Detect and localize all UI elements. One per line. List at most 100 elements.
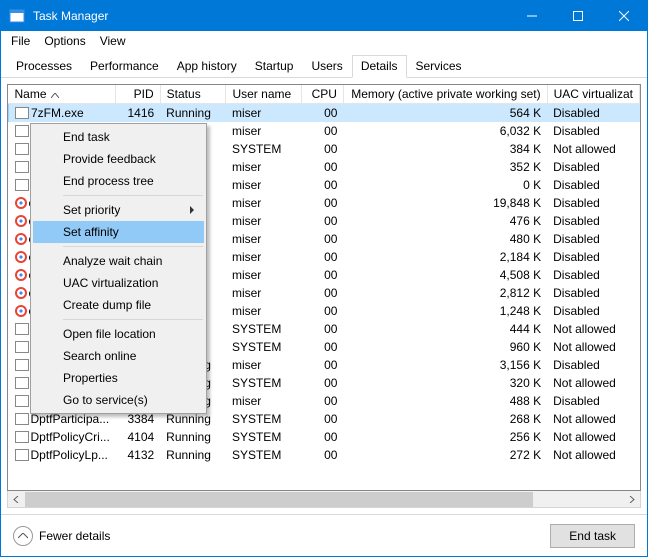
process-user: miser [226, 230, 302, 248]
scroll-right-button[interactable] [623, 492, 640, 507]
menu-item-set-priority[interactable]: Set priority [33, 199, 204, 221]
process-uac: Not allowed [547, 140, 639, 158]
tab-performance[interactable]: Performance [81, 55, 168, 78]
process-user: miser [226, 392, 302, 410]
menu-item-go-to-service-s-[interactable]: Go to service(s) [33, 389, 204, 411]
process-uac: Disabled [547, 212, 639, 230]
process-icon [15, 125, 29, 137]
process-cpu: 00 [302, 140, 344, 158]
process-uac: Not allowed [547, 410, 639, 428]
process-icon [15, 269, 27, 281]
process-icon [15, 179, 29, 191]
menu-separator [63, 195, 203, 196]
col-user[interactable]: User name [226, 85, 302, 104]
tab-users[interactable]: Users [302, 55, 351, 78]
process-mem: 352 K [343, 158, 547, 176]
process-icon [15, 197, 27, 209]
tab-strip: Processes Performance App history Startu… [1, 51, 647, 78]
process-user: SYSTEM [226, 446, 302, 464]
process-icon [15, 323, 29, 335]
menu-separator [63, 246, 203, 247]
process-name: DptfParticipa... [31, 412, 110, 426]
close-button[interactable] [601, 1, 647, 31]
col-status[interactable]: Status [160, 85, 226, 104]
process-mem: 320 K [343, 374, 547, 392]
process-mem: 2,812 K [343, 284, 547, 302]
process-uac: Disabled [547, 158, 639, 176]
process-mem: 960 K [343, 338, 547, 356]
horizontal-scrollbar[interactable] [7, 491, 641, 508]
menu-item-search-online[interactable]: Search online [33, 345, 204, 367]
process-mem: 6,032 K [343, 122, 547, 140]
process-icon [15, 395, 29, 407]
process-name: 7zFM.exe [31, 106, 84, 120]
process-icon [15, 359, 29, 371]
process-uac: Disabled [547, 176, 639, 194]
col-cpu[interactable]: CPU [302, 85, 344, 104]
minimize-button[interactable] [509, 1, 555, 31]
tab-app-history[interactable]: App history [168, 55, 246, 78]
process-pid: 4104 [116, 428, 160, 446]
table-row[interactable]: DptfPolicyCri...4104RunningSYSTEM00256 K… [9, 428, 640, 446]
fewer-details-toggle[interactable]: Fewer details [13, 526, 110, 546]
scroll-left-button[interactable] [8, 492, 25, 507]
menu-item-properties[interactable]: Properties [33, 367, 204, 389]
process-cpu: 00 [302, 374, 344, 392]
menu-item-provide-feedback[interactable]: Provide feedback [33, 148, 204, 170]
process-mem: 444 K [343, 320, 547, 338]
process-cpu: 00 [302, 176, 344, 194]
process-uac: Disabled [547, 392, 639, 410]
process-uac: Disabled [547, 230, 639, 248]
menu-item-uac-virtualization[interactable]: UAC virtualization [33, 272, 204, 294]
process-user: miser [226, 248, 302, 266]
menu-item-set-affinity[interactable]: Set affinity [33, 221, 204, 243]
table-row[interactable]: DptfPolicyLp...4132RunningSYSTEM00272 KN… [9, 446, 640, 464]
tab-details[interactable]: Details [352, 55, 407, 78]
process-cpu: 00 [302, 194, 344, 212]
process-cpu: 00 [302, 320, 344, 338]
menu-options[interactable]: Options [38, 33, 91, 49]
process-user: SYSTEM [226, 320, 302, 338]
process-uac: Not allowed [547, 446, 639, 464]
col-name[interactable]: Name [9, 85, 116, 104]
table-row[interactable]: 7zFM.exe1416Runningmiser00564 KDisabled [9, 104, 640, 123]
menu-item-create-dump-file[interactable]: Create dump file [33, 294, 204, 316]
process-mem: 4,508 K [343, 266, 547, 284]
menu-view[interactable]: View [94, 33, 132, 49]
menu-item-end-process-tree[interactable]: End process tree [33, 170, 204, 192]
scroll-thumb[interactable] [25, 492, 533, 507]
col-pid[interactable]: PID [116, 85, 160, 104]
process-status: Running [160, 104, 226, 123]
process-user: SYSTEM [226, 338, 302, 356]
process-mem: 480 K [343, 230, 547, 248]
process-user: miser [226, 176, 302, 194]
titlebar[interactable]: Task Manager [1, 1, 647, 31]
process-status: Running [160, 446, 226, 464]
menu-item-open-file-location[interactable]: Open file location [33, 323, 204, 345]
process-uac: Disabled [547, 122, 639, 140]
tab-startup[interactable]: Startup [246, 55, 303, 78]
submenu-arrow-icon [190, 206, 194, 214]
scroll-track[interactable] [25, 492, 623, 507]
process-pid: 4132 [116, 446, 160, 464]
process-name: DptfPolicyLp... [31, 448, 108, 462]
end-task-button[interactable]: End task [550, 524, 635, 548]
process-user: SYSTEM [226, 140, 302, 158]
context-menu: End taskProvide feedbackEnd process tree… [30, 123, 207, 414]
menu-file[interactable]: File [5, 33, 36, 49]
process-uac: Disabled [547, 194, 639, 212]
menu-item-analyze-wait-chain[interactable]: Analyze wait chain [33, 250, 204, 272]
tab-services[interactable]: Services [407, 55, 471, 78]
maximize-button[interactable] [555, 1, 601, 31]
col-uac[interactable]: UAC virtualizat [547, 85, 639, 104]
menu-item-end-task[interactable]: End task [33, 126, 204, 148]
process-cpu: 00 [302, 212, 344, 230]
process-icon [15, 107, 29, 119]
process-name: DptfPolicyCri... [31, 430, 110, 444]
col-mem[interactable]: Memory (active private working set) [343, 85, 547, 104]
tab-processes[interactable]: Processes [7, 55, 81, 78]
process-cpu: 00 [302, 446, 344, 464]
process-icon [15, 161, 29, 173]
process-uac: Disabled [547, 284, 639, 302]
process-uac: Not allowed [547, 320, 639, 338]
